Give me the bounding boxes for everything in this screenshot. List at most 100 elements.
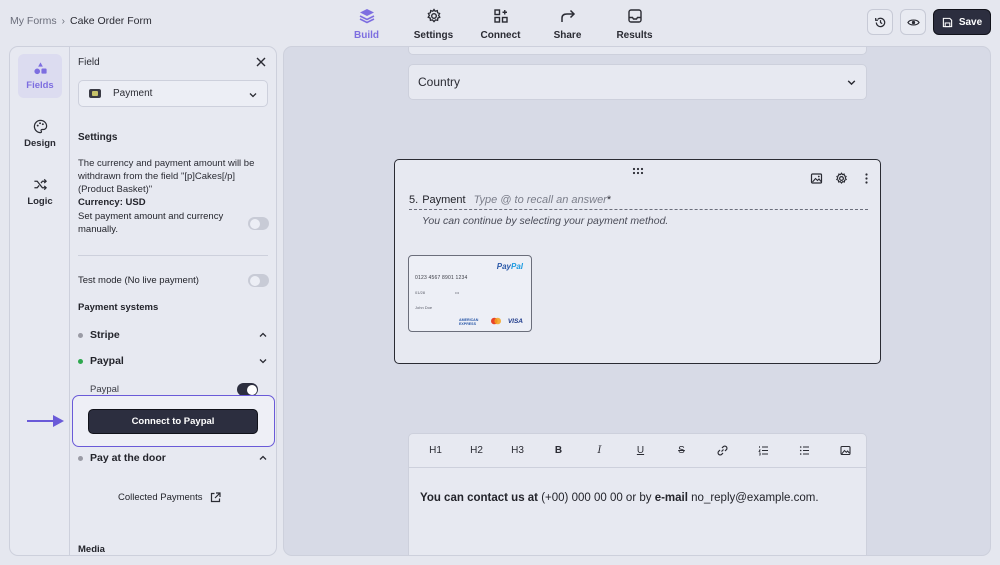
tab-share-label: Share	[553, 30, 582, 41]
breadcrumb: My Forms › Cake Order Form	[10, 15, 152, 27]
top-right-actions: Save	[867, 9, 991, 35]
question-description[interactable]: You can continue by selecting your payme…	[422, 215, 668, 227]
content-bold-1: You can contact us at	[420, 492, 539, 504]
content-bold-2: e-mail	[654, 492, 688, 504]
manual-amount-label: Set payment amount and currency manually…	[78, 211, 224, 235]
pointer-arrow-icon	[27, 415, 64, 427]
country-dropdown[interactable]: Country	[408, 64, 867, 100]
image-icon[interactable]	[810, 172, 823, 185]
question-title-input[interactable]: 5. Payment Type @ to recall an answer *	[409, 194, 868, 210]
tab-results[interactable]: Results	[601, 4, 668, 41]
question-number: 5.	[409, 194, 419, 206]
heading1-button[interactable]: H1	[415, 445, 456, 456]
breadcrumb-current: Cake Order Form	[70, 15, 152, 27]
paypal-logo: PayPal	[496, 262, 523, 271]
card-toolbar	[810, 172, 873, 185]
paypal-toggle-label: Paypal	[90, 384, 120, 395]
preview-button[interactable]	[900, 9, 926, 35]
visa-logo: VISA	[507, 318, 523, 325]
editor-content[interactable]: You can contact us at (+00) 000 00 00 or…	[420, 492, 819, 504]
heading2-button[interactable]: H2	[456, 445, 497, 456]
history-button[interactable]	[867, 9, 893, 35]
tab-build[interactable]: Build	[333, 4, 400, 41]
ordered-list-button[interactable]	[743, 445, 784, 456]
tab-connect-label: Connect	[480, 30, 521, 41]
external-link-icon	[211, 492, 222, 503]
settings-heading: Settings	[78, 132, 118, 143]
underline-button[interactable]: U	[620, 445, 661, 456]
field-settings-pane: Field Payment Settings The currency and …	[70, 47, 276, 555]
provider-paypal[interactable]: Paypal	[78, 355, 268, 367]
chevron-up-icon	[259, 332, 267, 337]
strikethrough-button[interactable]: S	[661, 445, 702, 456]
bullet-list-icon	[799, 446, 809, 455]
connect-paypal-button[interactable]: Connect to Paypal	[88, 409, 258, 434]
rail-design-label: Design	[24, 138, 56, 149]
card-owner: John Doe	[415, 305, 433, 310]
test-mode-toggle[interactable]	[248, 274, 269, 287]
inbox-icon	[627, 9, 642, 23]
save-button[interactable]: Save	[933, 9, 991, 35]
gear-icon[interactable]	[835, 172, 848, 185]
status-dot	[78, 332, 83, 338]
required-mark: *	[606, 194, 612, 206]
manual-amount-toggle[interactable]	[248, 217, 269, 230]
heading3-button[interactable]: H3	[497, 445, 538, 456]
breadcrumb-my-forms[interactable]: My Forms	[10, 15, 57, 27]
text-editor-block[interactable]: H1 H2 H3 B I U S You can contact us at (…	[408, 433, 867, 555]
settings-description: The currency and payment amount will be …	[78, 158, 255, 195]
amex-logo: AMERICAN EXPRESS	[459, 318, 479, 326]
tab-share[interactable]: Share	[534, 4, 601, 41]
provider-pay-at-door[interactable]: Pay at the door	[78, 452, 268, 464]
top-bar: My Forms › Cake Order Form Build Setting…	[0, 0, 1000, 44]
tab-settings[interactable]: Settings	[400, 4, 467, 41]
country-placeholder: Country	[418, 75, 461, 89]
close-icon[interactable]	[255, 56, 267, 68]
save-label: Save	[958, 16, 983, 28]
tab-build-label: Build	[354, 30, 379, 41]
field-type-value: Payment	[113, 88, 153, 99]
rail-item-design[interactable]: Design	[18, 112, 62, 156]
connect-icon	[493, 9, 508, 23]
italic-button[interactable]: I	[579, 445, 620, 456]
chevron-down-icon	[847, 80, 856, 86]
payment-systems-heading: Payment systems	[78, 302, 159, 313]
field-type-select[interactable]: Payment	[78, 80, 268, 107]
drag-handle-icon[interactable]	[631, 166, 645, 176]
ordered-list-icon	[758, 446, 768, 456]
payment-question-card[interactable]: 5. Payment Type @ to recall an answer * …	[394, 159, 881, 364]
link-icon	[717, 445, 728, 456]
provider-stripe[interactable]: Stripe	[78, 329, 268, 341]
collected-payments-link[interactable]: Collected Payments	[118, 492, 222, 503]
side-rail: Fields Design Logic	[10, 47, 70, 555]
bold-button[interactable]: B	[538, 445, 579, 456]
media-heading: Media	[78, 544, 105, 555]
main-nav: Build Settings Connect Share Results	[333, 4, 668, 41]
bullet-list-button[interactable]	[784, 445, 825, 456]
palette-icon	[33, 119, 47, 134]
rail-fields-label: Fields	[26, 80, 54, 91]
rail-item-logic[interactable]: Logic	[18, 170, 62, 214]
previous-field-card[interactable]	[408, 47, 867, 55]
rail-item-fields[interactable]: Fields	[18, 54, 62, 98]
chevron-down-icon	[259, 359, 267, 364]
status-dot-active	[78, 358, 83, 364]
form-canvas: Country 5. Payment Type @ to recall an a…	[283, 46, 991, 556]
card-expiry: 01/28	[415, 290, 426, 295]
link-button[interactable]	[702, 445, 743, 456]
history-icon	[874, 17, 885, 27]
rail-logic-label: Logic	[27, 196, 53, 207]
chevron-down-icon	[249, 93, 257, 98]
insert-image-button[interactable]	[825, 445, 866, 456]
card-cvv: •••	[455, 290, 460, 295]
save-icon	[942, 17, 952, 27]
tab-results-label: Results	[616, 30, 653, 41]
test-mode-label: Test mode (No live payment)	[78, 275, 199, 286]
provider-paypal-label: Paypal	[90, 355, 124, 367]
gear-icon	[426, 8, 441, 23]
image-icon	[840, 445, 851, 456]
provider-stripe-label: Stripe	[90, 329, 120, 341]
share-icon	[560, 9, 575, 22]
more-vertical-icon[interactable]	[860, 172, 873, 185]
tab-connect[interactable]: Connect	[467, 4, 534, 41]
